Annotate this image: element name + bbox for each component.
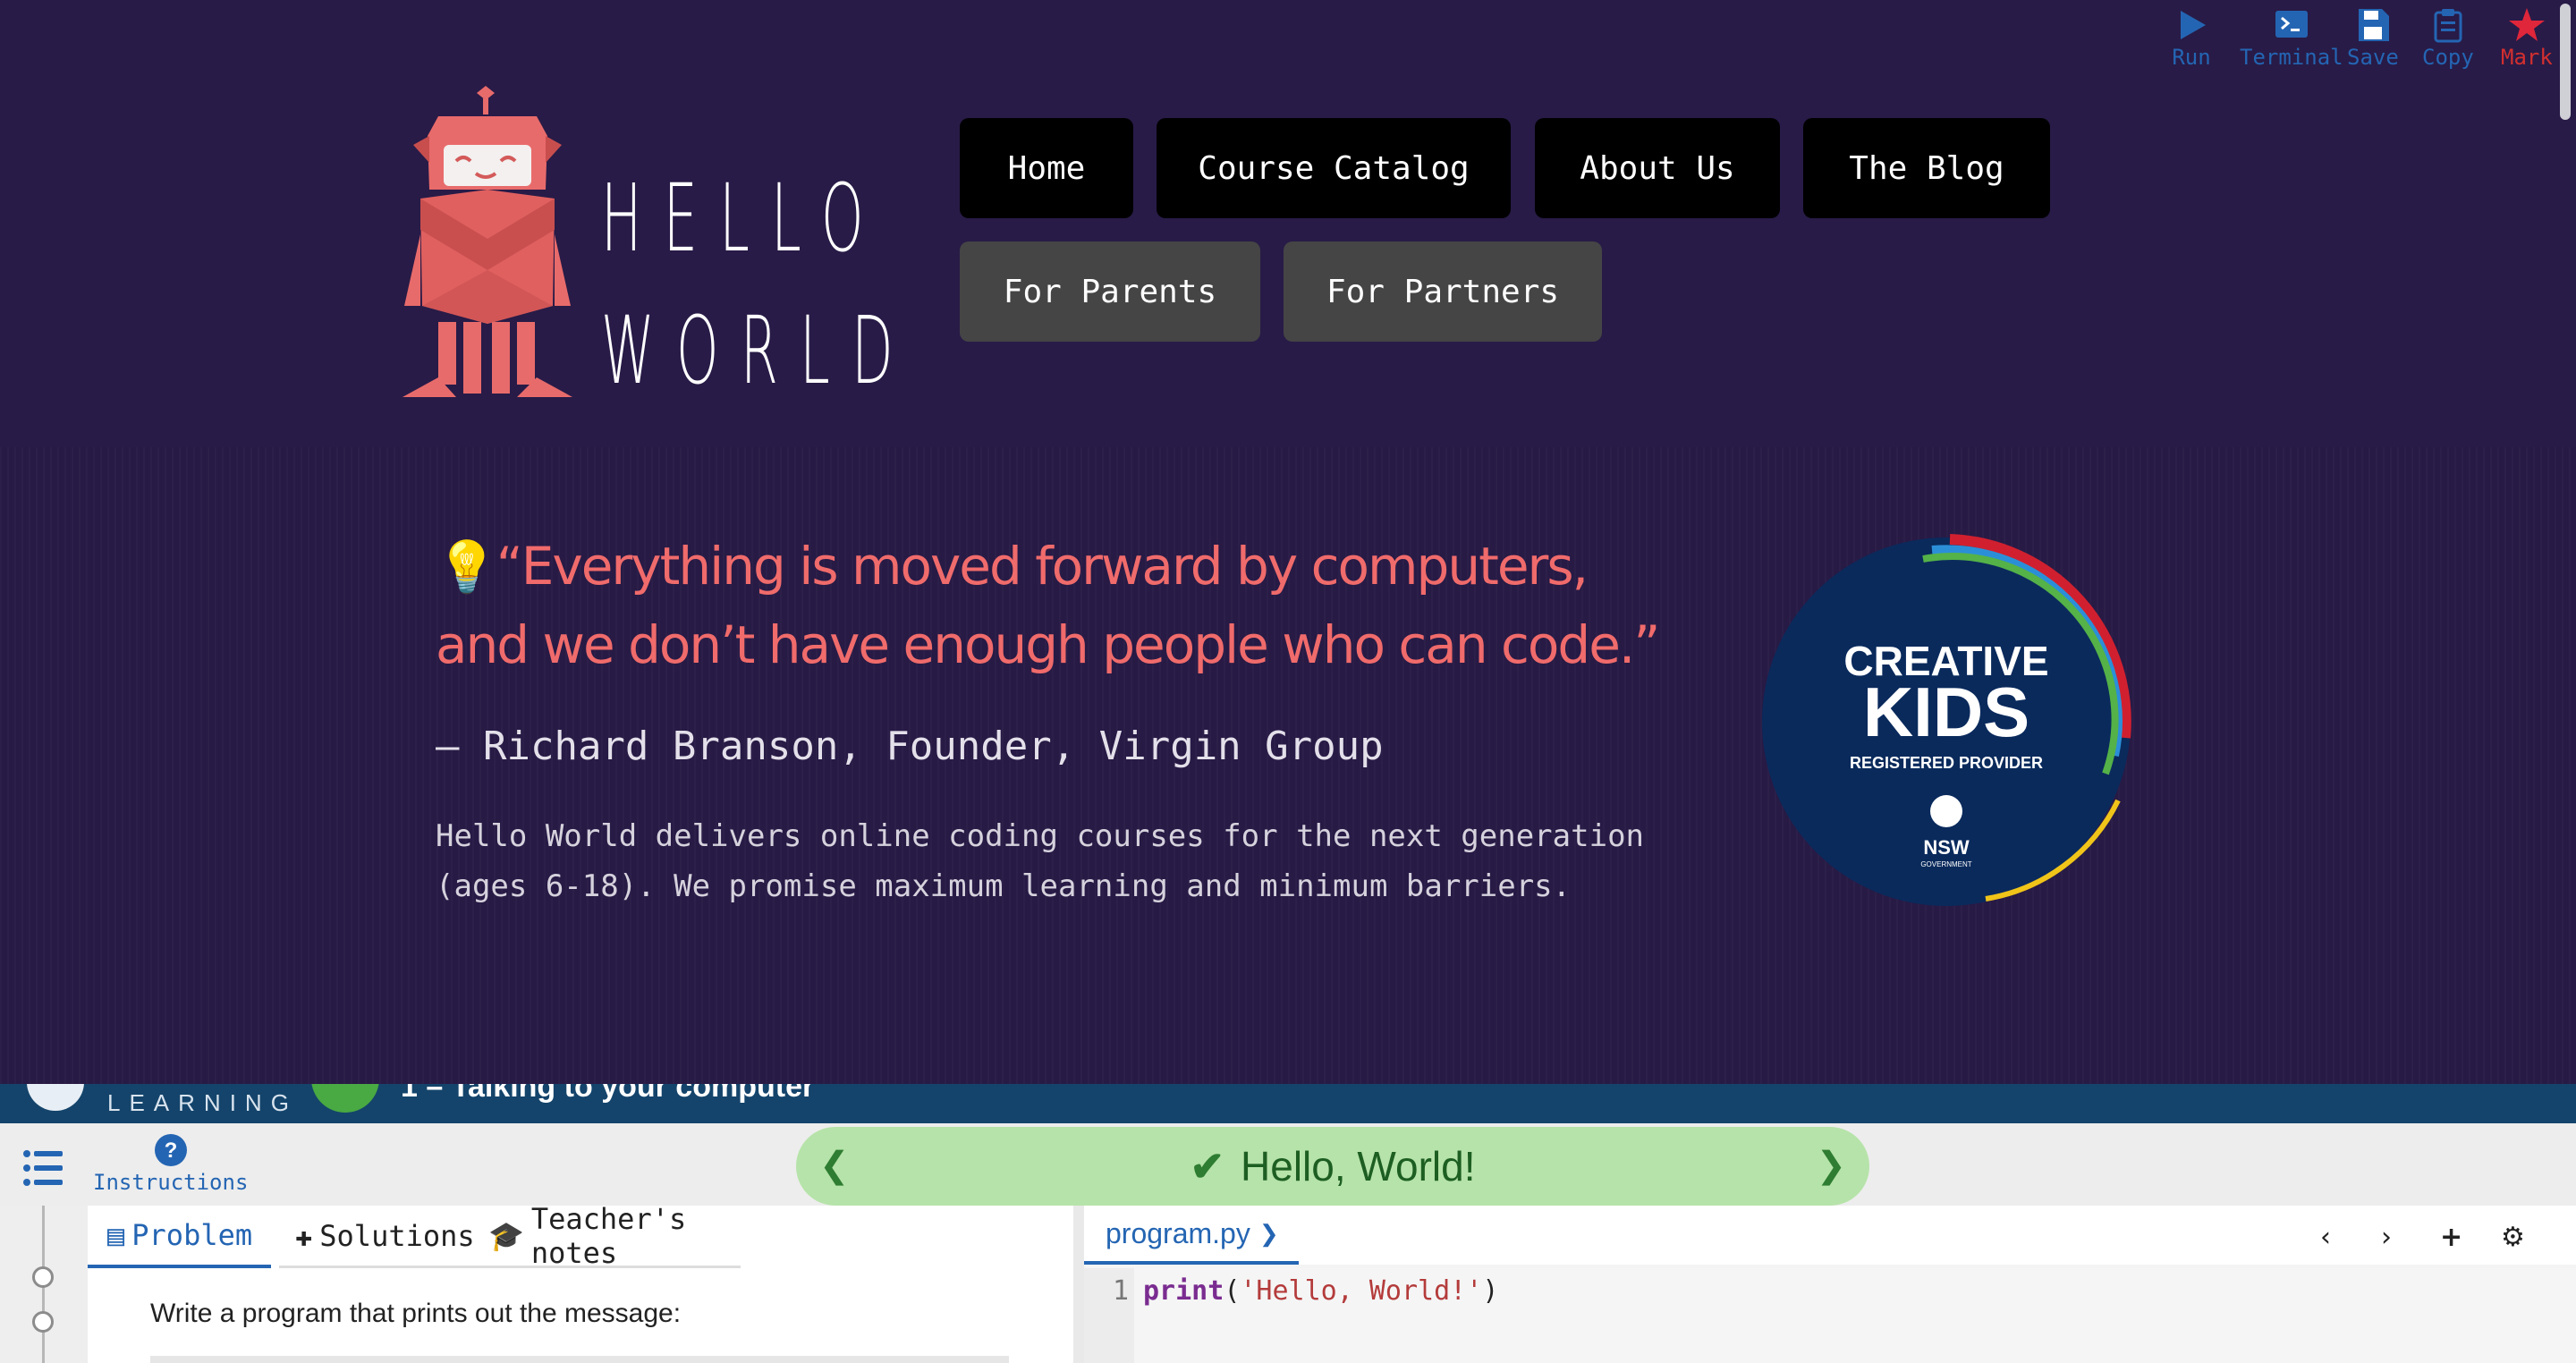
terminal-icon bbox=[2275, 11, 2308, 38]
hero-attribution: — Richard Branson, Founder, Virgin Group bbox=[436, 724, 1384, 769]
problem-tabbar: ▤ Problem ✚ Solutions 🎓 Teacher's notes bbox=[88, 1202, 1079, 1270]
creative-kids-badge: CREATIVE KIDS REGISTERED PROVIDER NSW GO… bbox=[1762, 534, 2131, 906]
code-line[interactable]: print('Hello, World!') bbox=[1143, 1275, 1498, 1307]
scrollbar-thumb[interactable] bbox=[2560, 4, 2571, 120]
add-file-icon[interactable]: + bbox=[2440, 1222, 2462, 1253]
terminal-button[interactable]: Terminal bbox=[2240, 5, 2343, 70]
run-button[interactable]: Run bbox=[2172, 5, 2211, 70]
nav-course-catalog-button[interactable]: Course Catalog bbox=[1157, 118, 1511, 218]
badge-gov-short: NSW bbox=[1923, 836, 1970, 859]
logo-line-1: HELLO bbox=[601, 164, 886, 273]
star-icon bbox=[2508, 8, 2545, 41]
nav-for-partners-button[interactable]: For Partners bbox=[1284, 241, 1602, 342]
next-exercise-icon[interactable]: ❯ bbox=[1816, 1145, 1846, 1186]
instructions-label: Instructions bbox=[93, 1170, 249, 1195]
mark-button[interactable]: Mark bbox=[2501, 5, 2553, 70]
badge-gov-long: GOVERNMENT bbox=[1920, 860, 1971, 868]
progress-rail bbox=[0, 1206, 88, 1363]
hero-quote: 💡“Everything is moved forward by compute… bbox=[436, 528, 1688, 683]
tab-teachers-notes[interactable]: 🎓 Teacher's notes bbox=[472, 1202, 741, 1270]
mark-label: Mark bbox=[2501, 45, 2553, 70]
file-tab-program[interactable]: program.py ❯ bbox=[1084, 1206, 1299, 1265]
copy-label: Copy bbox=[2422, 45, 2474, 70]
instructions-button[interactable]: ? Instructions bbox=[93, 1130, 248, 1195]
tab-solutions-label: Solutions bbox=[319, 1218, 475, 1253]
badge-line-2: KIDS bbox=[1863, 673, 2029, 751]
save-icon bbox=[2358, 9, 2389, 41]
nav-home-button[interactable]: Home bbox=[960, 118, 1133, 218]
progress-dot[interactable] bbox=[32, 1266, 54, 1288]
play-icon bbox=[2181, 11, 2206, 39]
hero-description: Hello World delivers online coding cours… bbox=[436, 818, 1645, 904]
chevron-left-icon[interactable]: ‹ bbox=[2320, 1222, 2331, 1253]
chevron-right-icon: ❯ bbox=[1258, 1219, 1279, 1247]
logo-line-2: WORLD bbox=[601, 296, 915, 405]
lightbulb-icon: 💡 bbox=[436, 538, 498, 597]
puzzle-icon: ✚ bbox=[295, 1218, 313, 1253]
robot-logo-icon[interactable] bbox=[402, 82, 572, 404]
nav-for-parents-button[interactable]: For Parents bbox=[960, 241, 1260, 342]
progress-dot[interactable] bbox=[32, 1311, 54, 1333]
help-icon: ? bbox=[154, 1134, 187, 1166]
graduation-cap-icon: 🎓 bbox=[488, 1218, 524, 1253]
owl-logo-icon bbox=[27, 1084, 84, 1111]
tab-problem[interactable]: ▤ Problem bbox=[88, 1206, 271, 1268]
document-icon: ▤ bbox=[107, 1218, 125, 1252]
exercise-title: Hello, World! bbox=[1241, 1143, 1476, 1189]
run-label: Run bbox=[2172, 45, 2211, 70]
copy-button[interactable]: Copy bbox=[2422, 5, 2474, 70]
menu-list-icon[interactable] bbox=[21, 1147, 64, 1189]
tab-problem-label: Problem bbox=[131, 1218, 253, 1252]
exercise-banner: ❮ ✔ Hello, World! ❯ bbox=[796, 1127, 1869, 1206]
lesson-icon bbox=[311, 1084, 379, 1113]
badge-line-3: REGISTERED PROVIDER bbox=[1850, 754, 2043, 772]
code-function: print bbox=[1143, 1275, 1224, 1307]
logo-wordmark[interactable]: HELLO WORLD bbox=[601, 152, 915, 417]
save-button[interactable]: Save bbox=[2347, 5, 2399, 70]
svg-text:?: ? bbox=[164, 1139, 177, 1163]
hero-quote-text: “Everything is moved forward by computer… bbox=[436, 536, 1660, 675]
output-box bbox=[150, 1356, 1009, 1363]
terminal-label: Terminal bbox=[2240, 45, 2343, 70]
line-number: 1 bbox=[1113, 1275, 1130, 1307]
nav-blog-button[interactable]: The Blog bbox=[1803, 118, 2050, 218]
check-icon: ✔ bbox=[1190, 1143, 1225, 1189]
pane-divider[interactable] bbox=[1073, 1206, 1084, 1363]
editor-header: LEARNING 1 – Talking to your computer bbox=[0, 1084, 2576, 1123]
waratah-icon bbox=[1930, 795, 1962, 827]
chevron-right-nav-icon[interactable]: › bbox=[2381, 1222, 2392, 1253]
copy-icon bbox=[2434, 9, 2462, 43]
code-paren-open: ( bbox=[1224, 1275, 1241, 1307]
prev-exercise-icon[interactable]: ❮ bbox=[819, 1145, 850, 1186]
brand-learning-label: LEARNING bbox=[107, 1089, 298, 1116]
code-string: 'Hello, World!' bbox=[1240, 1275, 1483, 1307]
problem-text: Write a program that prints out the mess… bbox=[150, 1299, 682, 1328]
tab-teachers-notes-label: Teacher's notes bbox=[530, 1201, 687, 1270]
gear-icon[interactable]: ⚙ bbox=[2501, 1222, 2525, 1253]
code-paren-close: ) bbox=[1482, 1275, 1499, 1307]
file-name: program.py bbox=[1106, 1216, 1250, 1249]
lesson-title: 1 – Talking to your computer bbox=[401, 1084, 815, 1104]
save-label: Save bbox=[2347, 45, 2399, 70]
nav-about-us-button[interactable]: About Us bbox=[1535, 118, 1780, 218]
